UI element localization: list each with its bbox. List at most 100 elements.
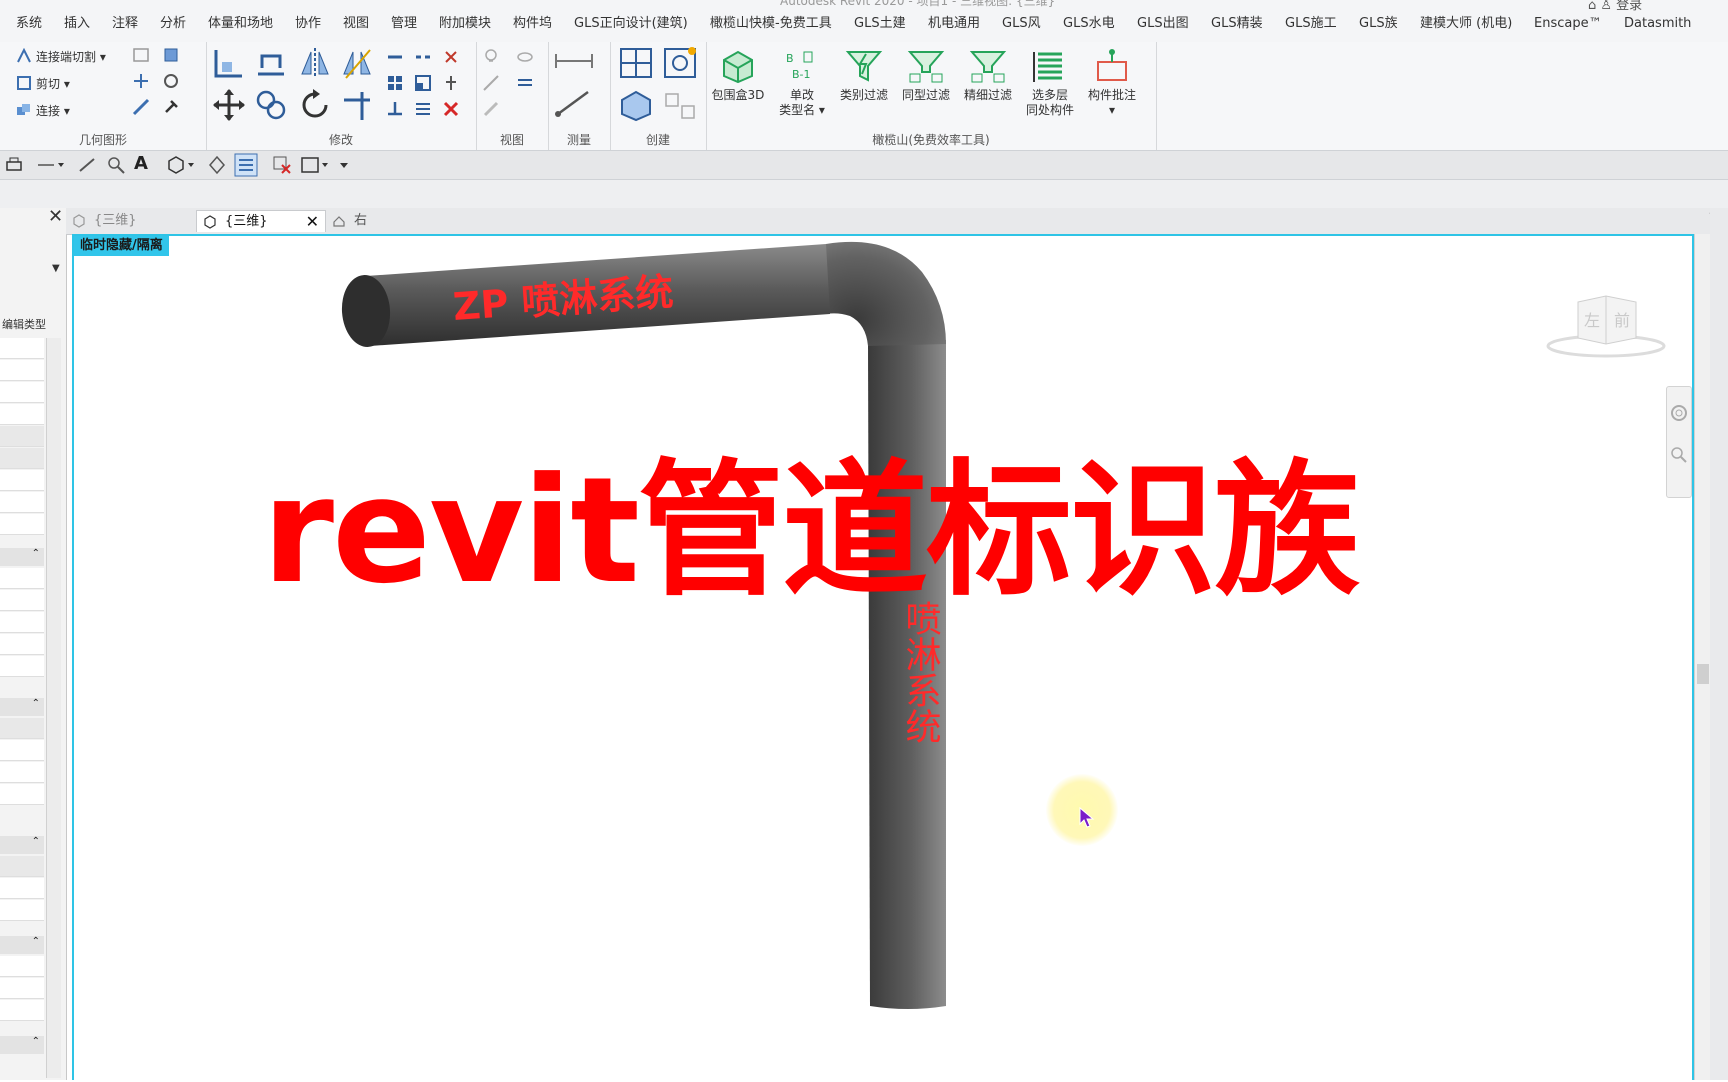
close-hidden-icon[interactable] (272, 155, 292, 175)
delete-icon[interactable] (442, 100, 460, 118)
customize-qat-icon[interactable] (338, 155, 350, 175)
property-row[interactable] (0, 360, 44, 381)
menu-tab[interactable]: 协作 (295, 12, 321, 36)
measure-between-icon[interactable] (554, 50, 594, 72)
lightbulb-icon[interactable] (482, 48, 500, 66)
property-row[interactable] (0, 448, 44, 469)
unpin-icon[interactable] (442, 48, 460, 66)
property-row[interactable] (0, 740, 44, 761)
pipe-model[interactable]: ZP 喷淋系统 喷淋系统 (74, 236, 1692, 1082)
join-button[interactable]: 连接 ▾ (16, 100, 70, 122)
menu-tab[interactable]: 视图 (343, 12, 369, 36)
section-collapse-icon[interactable]: ⌃ (0, 836, 44, 854)
property-row[interactable] (0, 762, 44, 783)
menu-tab[interactable]: 注释 (112, 12, 138, 36)
component-annotate-button[interactable]: 构件批注 ▾ (1082, 46, 1142, 118)
menu-tab[interactable]: 建模大师 (机电) (1420, 12, 1512, 36)
section-icon[interactable] (208, 155, 226, 175)
property-row[interactable] (0, 426, 44, 447)
menu-tab[interactable]: GLS精装 (1211, 12, 1263, 36)
category-filter-button[interactable]: 类别过滤 (834, 46, 894, 103)
property-row[interactable] (0, 382, 44, 403)
mirror-draw-icon[interactable] (340, 46, 374, 80)
hide-element-icon[interactable] (482, 100, 500, 118)
menu-tab[interactable]: 附加模块 (439, 12, 491, 36)
rename-type-button[interactable]: B B-1 单改 类型名 ▾ (772, 46, 832, 118)
close-icon[interactable]: ✕ (306, 211, 319, 233)
property-row[interactable] (0, 718, 44, 739)
property-row[interactable] (0, 492, 44, 513)
rotate-icon[interactable] (298, 88, 332, 122)
menu-tab[interactable]: GLS水电 (1063, 12, 1115, 36)
pipe-elbow[interactable] (826, 241, 946, 346)
tag-icon[interactable] (106, 155, 126, 175)
split-gap-icon[interactable] (414, 48, 432, 66)
property-row[interactable] (0, 978, 44, 999)
bounding-box-3d-button[interactable]: 包围盒3D (708, 46, 768, 103)
property-row[interactable] (0, 338, 44, 359)
property-row[interactable] (0, 612, 44, 633)
property-row[interactable] (0, 784, 44, 805)
chevron-down-icon[interactable]: ▼ (52, 263, 60, 274)
scrollbar-thumb[interactable] (1697, 664, 1709, 684)
create-similar-icon[interactable] (662, 88, 698, 122)
linework-icon[interactable] (482, 74, 500, 92)
menu-tab[interactable]: 系统 (16, 12, 42, 36)
switch-windows-icon[interactable] (300, 155, 330, 175)
measure-dropdown-icon[interactable] (36, 155, 66, 175)
menu-tab[interactable]: GLS族 (1359, 12, 1398, 36)
steering-wheel-icon[interactable] (1669, 403, 1689, 423)
array-icon[interactable] (386, 74, 404, 92)
viewcube-front-face[interactable]: 前 (1614, 311, 1630, 330)
align-icon[interactable] (212, 46, 246, 80)
same-type-filter-button[interactable]: 同型过滤 (896, 46, 956, 103)
scale-icon[interactable] (414, 74, 432, 92)
viewcube-left-face[interactable]: 左 (1584, 311, 1600, 330)
section-collapse-icon[interactable]: ⌃ (0, 1036, 44, 1054)
menu-tab[interactable]: 构件坞 (513, 12, 552, 36)
3d-view-canvas[interactable]: 临时隐藏/隔离 ZP 喷淋系统 喷淋系统 左 前 (72, 234, 1694, 1080)
property-row[interactable] (0, 470, 44, 491)
zoom-icon[interactable] (1669, 445, 1689, 465)
menu-tab[interactable]: Datasmith (1624, 12, 1691, 36)
text-icon[interactable]: A (134, 153, 148, 174)
menu-tab[interactable]: GLS正向设计(建筑) (574, 12, 688, 36)
create-parts-icon[interactable] (618, 46, 654, 80)
menu-tab[interactable]: GLS出图 (1137, 12, 1189, 36)
property-row[interactable] (0, 1000, 44, 1021)
menu-tab[interactable]: 分析 (160, 12, 186, 36)
multi-level-select-button[interactable]: 选多层 同处构件 (1020, 46, 1080, 118)
menu-tab[interactable]: 体量和场地 (208, 12, 273, 36)
dimension-icon[interactable] (78, 155, 96, 175)
close-icon[interactable]: ✕ (48, 206, 63, 227)
property-row[interactable] (0, 514, 44, 535)
cube-icon[interactable] (162, 46, 180, 64)
hammer-icon[interactable] (162, 98, 180, 116)
mirror-axis-icon[interactable] (298, 46, 332, 80)
offset-icon[interactable] (254, 46, 288, 80)
move-icon[interactable] (212, 88, 246, 122)
menu-tab[interactable]: Enscape™ (1534, 12, 1602, 36)
eye-hidden-icon[interactable] (516, 48, 534, 66)
pin-icon[interactable] (442, 74, 460, 92)
property-row[interactable] (0, 656, 44, 677)
cut-button[interactable]: 剪切 ▾ (16, 73, 70, 95)
property-row[interactable] (0, 568, 44, 589)
menu-tab[interactable]: 橄榄山快模-免费工具 (710, 12, 832, 36)
menu-tab[interactable]: 管理 (391, 12, 417, 36)
create-group-icon[interactable] (662, 46, 698, 80)
section-collapse-icon[interactable]: ⌃ (0, 936, 44, 954)
property-row[interactable] (0, 856, 44, 877)
menu-tab[interactable]: 机电通用 (928, 12, 980, 36)
properties-scrollbar[interactable] (46, 338, 61, 1078)
thin-lines-icon[interactable] (234, 153, 258, 177)
3d-view-icon[interactable] (166, 155, 196, 175)
section-collapse-icon[interactable]: ⌃ (0, 698, 44, 716)
create-assembly-icon[interactable] (618, 88, 654, 122)
fine-filter-button[interactable]: 精细过滤 (958, 46, 1018, 103)
extend-icon[interactable] (414, 100, 432, 118)
tab-3d-view-1[interactable]: {三维} (66, 210, 196, 232)
property-row[interactable] (0, 590, 44, 611)
copy-icon[interactable] (254, 88, 288, 122)
override-icon[interactable] (516, 74, 534, 92)
